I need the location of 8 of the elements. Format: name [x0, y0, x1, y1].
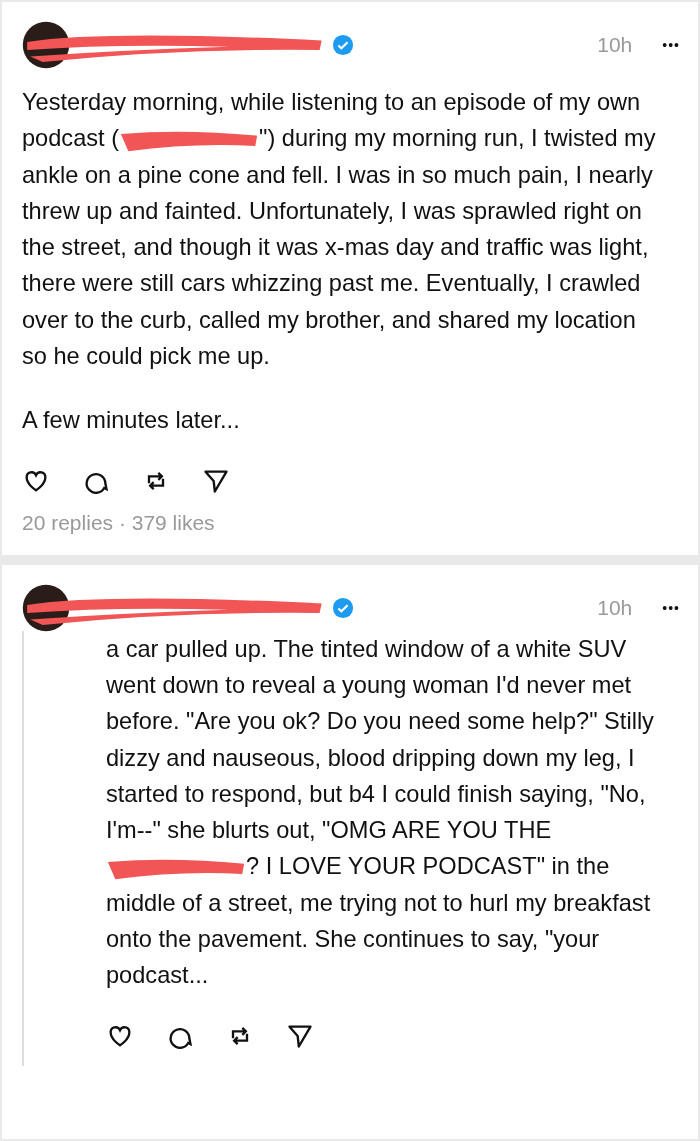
- timestamp: 10h: [597, 595, 633, 620]
- timestamp: 10h: [597, 33, 633, 57]
- post-stats: 20 replies · 379 likes: [22, 510, 215, 534]
- post-text: A few minutes later...: [22, 406, 241, 436]
- post-text: Yesterday morning, while listening to an episode of my own podcast ( ") during my morning run, I twisted my ankle on a pine cone and fell. I was in so much pain, I nearly threw up and fainted. Unfortunately, I was sprawled right on the street, and though it was x-mas day and traffic was light, there were still cars whizzing past me. Eventually, I crawled over to the curb, called my brother, and shared my location so he could pick me up.: [22, 88, 657, 372]
- more-button[interactable]: •••: [662, 37, 680, 53]
- post-text: a car pulled up. The tinted window of a white SUV went down to reveal a young woman I'd never met before. "Are you ok? Do you need some help?" Stilly dizzy and nauseous, blood dripping down my leg, I started to respond, but b4 I could finish saying, "No, I'm--" she blurts out, "OMG ARE YOU THE ? I LOVE YOUR PODCAST" in the middle of a street, me trying not to hurl my breakfast onto the pavement. She continues to say, "your podcast...: [106, 634, 655, 991]
- more-button[interactable]: •••: [662, 599, 680, 616]
